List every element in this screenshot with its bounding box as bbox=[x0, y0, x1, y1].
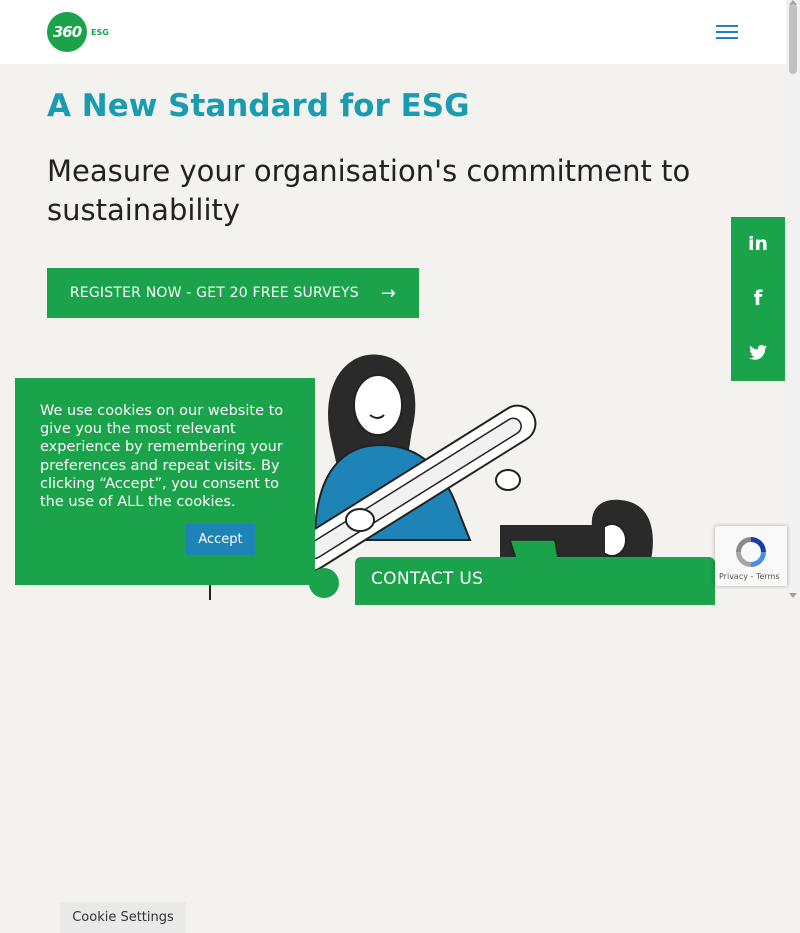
logo-text: ESG bbox=[91, 27, 109, 37]
recaptcha-badge[interactable]: Privacy - Terms bbox=[715, 526, 787, 586]
recaptcha-links[interactable]: Privacy - Terms bbox=[719, 572, 780, 581]
logo[interactable]: 360 ESG bbox=[47, 12, 109, 52]
hamburger-icon[interactable] bbox=[716, 25, 738, 39]
cookie-message: We use cookies on our website to give yo… bbox=[40, 403, 284, 511]
logo-badge: 360 bbox=[47, 12, 87, 52]
hero-subtitle: Measure your organisation's commitment t… bbox=[47, 154, 691, 227]
recaptcha-icon bbox=[736, 537, 766, 567]
hero-title: A New Standard for ESG bbox=[47, 88, 470, 124]
cookie-accept-button[interactable]: Accept bbox=[186, 524, 255, 555]
register-button[interactable]: REGISTER NOW - GET 20 FREE SURVEYS → bbox=[47, 268, 419, 318]
scroll-down-icon[interactable] bbox=[789, 593, 797, 598]
social-links: in f bbox=[731, 217, 785, 381]
scrollbar[interactable] bbox=[786, 0, 800, 600]
facebook-icon[interactable]: f bbox=[731, 271, 785, 325]
cookie-banner: We use cookies on our website to give yo… bbox=[15, 378, 315, 933]
contact-us-button[interactable]: CONTACT US bbox=[355, 557, 715, 605]
linkedin-icon[interactable]: in bbox=[731, 217, 785, 271]
site-header: 360 ESG bbox=[0, 0, 786, 64]
arrow-right-icon: → bbox=[380, 282, 397, 304]
twitter-icon[interactable] bbox=[731, 325, 785, 379]
contact-us-label: CONTACT US bbox=[371, 569, 484, 589]
register-button-label: REGISTER NOW - GET 20 FREE SURVEYS bbox=[69, 285, 359, 301]
scrollbar-thumb[interactable] bbox=[789, 4, 797, 74]
cookie-settings-button[interactable]: Cookie Settings bbox=[60, 902, 186, 933]
